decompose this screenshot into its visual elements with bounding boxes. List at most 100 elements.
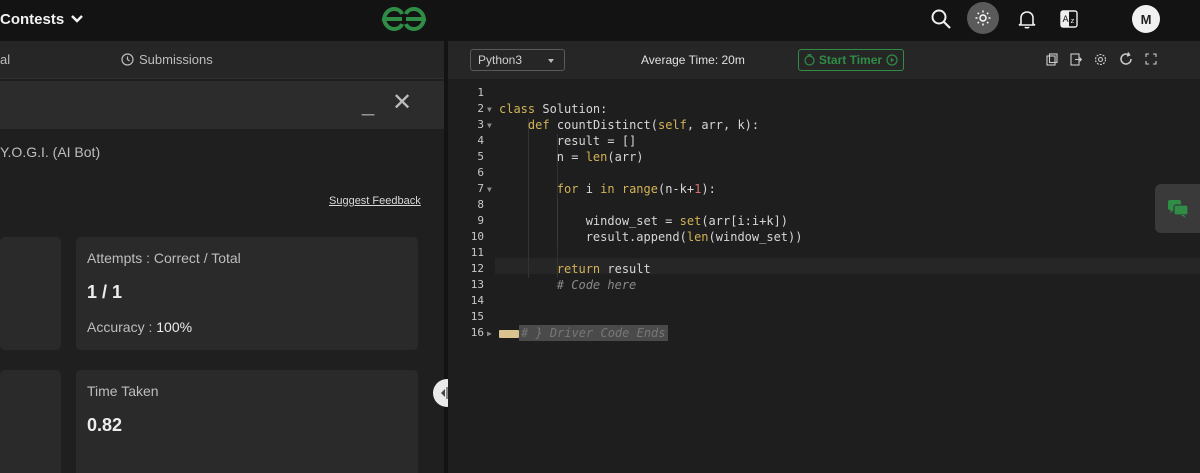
keyword: def <box>527 118 550 132</box>
code-text: (arr[i:i+k]) <box>701 214 789 228</box>
line-number: 5 <box>477 150 484 163</box>
fullscreen-icon[interactable] <box>1145 53 1157 65</box>
builtin: len <box>686 230 709 244</box>
code-text: result.append( <box>585 230 687 244</box>
tab-submissions[interactable]: Submissions <box>121 52 213 67</box>
time-card: Time Taken 0.82 <box>76 370 418 473</box>
suggest-feedback-link[interactable]: Suggest Feedback <box>329 195 421 207</box>
keyword: for <box>556 182 579 196</box>
gfg-logo[interactable] <box>380 4 428 34</box>
reset-icon[interactable] <box>1119 52 1133 66</box>
svg-text:z: z <box>1071 17 1075 25</box>
time-value: 0.82 <box>87 415 123 435</box>
line-number: 16 <box>470 326 484 339</box>
clock-icon <box>121 53 134 66</box>
editor-panel: Python3 Average Time: 20m Start Timer 1 … <box>448 41 1200 473</box>
builtin: range <box>614 182 658 196</box>
fold-arrow-icon[interactable]: ▶ <box>487 329 493 338</box>
chat-fab[interactable] <box>1155 184 1200 233</box>
self-token: self <box>657 118 687 132</box>
keyword: return <box>556 262 601 276</box>
notifications-button[interactable] <box>1014 6 1040 32</box>
code-text: window_set = <box>585 214 680 228</box>
line-number: 6 <box>477 166 484 179</box>
code-comment: # } Driver Code Ends <box>519 325 668 341</box>
builtin: set <box>679 214 702 228</box>
ai-chat-header: _ ✕ <box>0 81 444 129</box>
line-number: 15 <box>470 310 484 323</box>
code-line: result.append(len(window_set)) <box>499 230 803 244</box>
stat-card-partial-1 <box>0 237 61 350</box>
language-button[interactable]: Az <box>1056 6 1082 32</box>
top-navbar: Contests Az M <box>0 0 1200 41</box>
code-line: class Solution: <box>499 102 607 116</box>
chevron-down-icon <box>548 59 554 63</box>
line-number: 1 <box>477 86 484 99</box>
line-number: 11 <box>470 246 484 259</box>
code-line: window_set = set(arr[i:i+k]) <box>499 214 788 228</box>
editor-tools <box>1046 52 1157 66</box>
sun-icon <box>975 10 991 26</box>
contests-menu[interactable]: Contests <box>0 9 84 29</box>
line-number: 7 <box>477 182 484 195</box>
keyword: class <box>499 102 536 116</box>
export-icon[interactable] <box>1070 52 1082 66</box>
problem-tabs: al Submissions <box>0 41 444 79</box>
avatar[interactable]: M <box>1132 5 1160 33</box>
search-icon <box>931 9 951 29</box>
code-editor[interactable]: class Solution: def countDistinct(self, … <box>495 81 1200 473</box>
tab-submissions-label: Submissions <box>139 52 213 67</box>
left-panel: al Submissions _ ✕ Y.O.G.I. (AI Bot) Sug… <box>0 41 444 473</box>
clock-icon <box>804 54 815 66</box>
code-text: i <box>578 182 601 196</box>
language-select[interactable]: Python3 <box>470 49 565 71</box>
attempts-card: Attempts : Correct / Total 1 / 1 Accurac… <box>76 237 418 350</box>
attempts-label: Attempts : Correct / Total <box>87 250 241 266</box>
settings-icon[interactable] <box>1094 53 1107 66</box>
code-text: (arr) <box>607 150 644 164</box>
start-timer-button[interactable]: Start Timer <box>798 49 904 71</box>
code-text: ): <box>701 182 716 196</box>
bell-icon <box>1018 11 1036 29</box>
accuracy-label: Accuracy : <box>87 319 153 335</box>
code-text: result = [] <box>556 134 637 148</box>
code-text: , arr, k): <box>686 118 760 132</box>
contests-label: Contests <box>0 10 65 28</box>
code-line: def countDistinct(self, arr, k): <box>499 118 759 132</box>
copy-icon[interactable] <box>1046 52 1058 66</box>
code-text: n = <box>556 150 586 164</box>
line-number: 14 <box>470 294 484 307</box>
code-comment: # Code here <box>556 278 637 292</box>
code-line: # Code here <box>499 278 636 292</box>
fold-arrow-icon[interactable]: ▼ <box>487 185 493 194</box>
theme-toggle-button[interactable] <box>967 2 999 34</box>
minimize-button[interactable]: _ <box>362 91 374 117</box>
code-line: for i in range(n-k+1): <box>499 182 716 196</box>
line-number: 12 <box>470 262 484 275</box>
code-line: result = [] <box>499 134 636 148</box>
code-text: Solution: <box>535 102 608 116</box>
start-timer-label: Start Timer <box>818 53 883 67</box>
accuracy-value: 100% <box>156 319 193 335</box>
code-line: n = len(arr) <box>499 150 644 164</box>
folded-code-icon[interactable] <box>499 329 519 338</box>
play-icon <box>886 54 898 66</box>
code-text: (n-k+ <box>657 182 695 196</box>
time-label: Time Taken <box>87 383 159 399</box>
svg-text:A: A <box>1063 15 1070 25</box>
close-button[interactable]: ✕ <box>392 88 412 117</box>
language-select-value: Python3 <box>478 53 523 67</box>
fold-arrow-icon[interactable]: ▼ <box>487 105 493 114</box>
editor-toolbar: Python3 Average Time: 20m Start Timer <box>448 41 1200 79</box>
line-number: 3 <box>477 118 484 131</box>
builtin: len <box>585 150 608 164</box>
average-time: Average Time: 20m <box>641 53 745 67</box>
attempts-value: 1 / 1 <box>87 282 123 302</box>
line-number: 13 <box>470 278 484 291</box>
tab-partial[interactable]: al <box>0 52 10 67</box>
search-button[interactable] <box>928 6 954 32</box>
line-number: 2 <box>477 102 484 115</box>
stat-card-partial-2 <box>0 370 61 473</box>
fold-arrow-icon[interactable]: ▼ <box>487 121 493 130</box>
code-line: # } Driver Code Ends <box>499 325 668 341</box>
